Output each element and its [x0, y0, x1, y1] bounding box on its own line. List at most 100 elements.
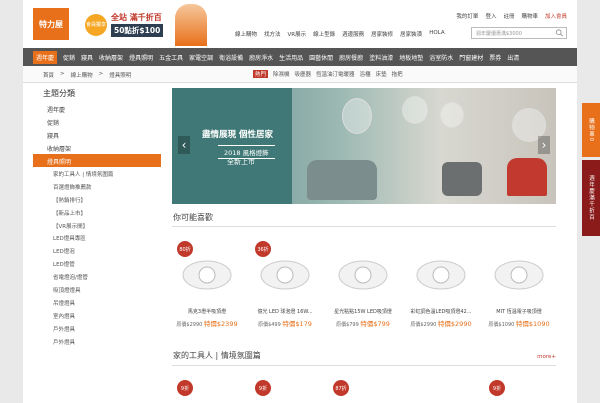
- promo-line1: 全站 滿千折百: [111, 13, 162, 22]
- sidebar-item[interactable]: 收納層架: [33, 141, 161, 154]
- product-name[interactable]: MIT 恆溫電子吸頂燈: [487, 308, 551, 315]
- product-card[interactable]: 80折 馬克3燈半吸頂燈 原價$2990 特價$2399: [175, 239, 239, 337]
- sidebar-subitem[interactable]: 吊燈燈具: [33, 296, 161, 309]
- product-card[interactable]: 9折: [487, 378, 551, 403]
- original-price: 原價$799: [336, 322, 359, 328]
- original-price: 原價$2990: [176, 322, 203, 328]
- service-link[interactable]: 找方法: [264, 30, 281, 38]
- service-link[interactable]: 線上型錄: [313, 30, 335, 38]
- sidebar-subitem[interactable]: LED燈具專區: [33, 231, 161, 244]
- discount-badge: 87折: [333, 380, 349, 396]
- banner-chair: [442, 162, 482, 196]
- more-link[interactable]: more+: [537, 354, 556, 360]
- product-image[interactable]: [409, 239, 473, 303]
- hot-keyword[interactable]: 浴櫃: [360, 70, 371, 78]
- promo-banner[interactable]: 會員獨享 全站 滿千折百 50點折$100: [77, 4, 217, 46]
- sidebar-subitem[interactable]: 室內燈具: [33, 309, 161, 322]
- service-link[interactable]: 線上購物: [235, 30, 257, 38]
- nav-item[interactable]: 廚房淨水: [249, 53, 273, 62]
- sidebar-item[interactable]: 寢具: [33, 128, 161, 141]
- crumb-bar: 首頁 > 線上購物 > 燈具照明 熱門 除濕機 吸塵器 恆溫油汀電暖器 浴櫃 床墊 拖把: [23, 66, 577, 83]
- sidebar-subitem[interactable]: 【VR展示間】: [33, 219, 161, 232]
- lamp-image: [402, 96, 428, 124]
- account-link[interactable]: 購物車: [521, 12, 538, 20]
- nav-item[interactable]: 週年慶: [33, 50, 58, 64]
- breadcrumb-item[interactable]: 燈具照明: [109, 71, 131, 79]
- nav-item[interactable]: 寢具: [81, 53, 93, 62]
- hot-keyword[interactable]: 除濕機: [273, 70, 290, 78]
- sidebar-subitem[interactable]: 戶外燈具: [33, 322, 161, 335]
- product-card[interactable]: 9折: [175, 378, 239, 403]
- sidebar-subitem[interactable]: 【熱銷排行】: [33, 193, 161, 206]
- sale-price: 特價$179: [282, 320, 312, 328]
- nav-item[interactable]: 衛浴設備: [219, 53, 243, 62]
- sidebar-subitem[interactable]: 戶外燈具: [33, 335, 161, 348]
- account-link[interactable]: 註冊: [503, 12, 514, 20]
- nav-item[interactable]: 廚房餐廚: [339, 53, 363, 62]
- nav-item[interactable]: 門窗建材: [459, 53, 483, 62]
- product-card[interactable]: 87折: [331, 378, 395, 403]
- product-name[interactable]: 億光 LED 球泡燈 16W...: [253, 308, 317, 315]
- product-name[interactable]: 星光點點15W LED吸頂燈: [331, 308, 395, 315]
- product-name[interactable]: 彩虹調色溫LED吸頂燈42...: [409, 308, 473, 315]
- sidebar-subitem[interactable]: 吸頂燈燈具: [33, 283, 161, 296]
- promo-float-button[interactable]: 週年慶滿千折百: [582, 160, 600, 236]
- nav-item[interactable]: 塗料油漆: [369, 53, 393, 62]
- hero-banner[interactable]: 盡情展現 個性居家 2018 風格燈飾 全新上市 ‹ ›: [172, 88, 556, 204]
- hot-keyword[interactable]: 恆溫油汀電暖器: [316, 70, 355, 78]
- breadcrumb-item[interactable]: 線上購物: [71, 71, 93, 79]
- sidebar-subitem[interactable]: LED燈管: [33, 257, 161, 270]
- sidebar-subitem[interactable]: 【新品上市】: [33, 206, 161, 219]
- product-card[interactable]: 36折 億光 LED 球泡燈 16W... 原價$499 特價$179: [253, 239, 317, 337]
- sidebar-item-current[interactable]: 燈具照明: [33, 154, 161, 167]
- product-card[interactable]: MIT 恆溫電子吸頂燈 原價$1090 特價$1090: [487, 239, 551, 337]
- nav-item[interactable]: 出清: [507, 53, 519, 62]
- sidebar-item[interactable]: 週年慶: [33, 102, 161, 115]
- nav-item[interactable]: 生活用品: [279, 53, 303, 62]
- search-icon[interactable]: [555, 29, 564, 37]
- banner-prev-icon[interactable]: ‹: [178, 136, 190, 154]
- product-card[interactable]: 星光點點15W LED吸頂燈 原價$799 特價$799: [331, 239, 395, 337]
- nav-item[interactable]: 地板地墊: [399, 53, 423, 62]
- sidebar-item[interactable]: 促銷: [33, 115, 161, 128]
- sidebar-subitem[interactable]: 家的工具人 | 情境氛圍篇: [33, 167, 161, 180]
- search-input[interactable]: 週年慶優惠滿$3000: [471, 27, 567, 39]
- breadcrumb-item[interactable]: 首頁: [43, 71, 54, 79]
- nav-item[interactable]: 家電空調: [189, 53, 213, 62]
- product-name[interactable]: 馬克3燈半吸頂燈: [175, 308, 239, 315]
- discount-badge: 9折: [177, 380, 193, 396]
- nav-item[interactable]: 燈具照明: [129, 53, 153, 62]
- sale-price: 特價$1090: [515, 320, 550, 328]
- sidebar-subitem[interactable]: 省電燈泡/燈管: [33, 270, 161, 283]
- banner-next-icon[interactable]: ›: [538, 136, 550, 154]
- account-link[interactable]: 我的訂單: [456, 12, 478, 20]
- nav-item[interactable]: 收納層架: [99, 53, 123, 62]
- category-sidebar: 主題分類 週年慶 促銷 寢具 收納層架 燈具照明 家的工具人 | 情境氛圍篇 百選燈飾推薦款…: [33, 88, 161, 347]
- product-card[interactable]: [409, 378, 473, 403]
- nav-item[interactable]: 五金工具: [159, 53, 183, 62]
- nav-item[interactable]: 浴室防水: [429, 53, 453, 62]
- hot-keyword[interactable]: 床墊: [376, 70, 387, 78]
- product-card[interactable]: 彩虹調色溫LED吸頂燈42... 原價$2990 特價$2990: [409, 239, 473, 337]
- sidebar-subitem[interactable]: LED燈泡: [33, 244, 161, 257]
- brand-logo[interactable]: 特力屋: [33, 8, 69, 40]
- hot-keyword[interactable]: 吸塵器: [295, 70, 312, 78]
- promo-line2: 50點折$100: [111, 24, 164, 37]
- service-link[interactable]: 居家裝潢: [400, 30, 422, 38]
- original-price: 原價$499: [258, 322, 281, 328]
- hot-keyword[interactable]: 拖把: [392, 70, 403, 78]
- service-link[interactable]: 週邊服務: [342, 30, 364, 38]
- service-link[interactable]: VR展示: [288, 30, 307, 38]
- sidebar-subitem[interactable]: 百選燈飾推薦款: [33, 180, 161, 193]
- nav-item[interactable]: 票券: [489, 53, 501, 62]
- nav-item[interactable]: 促銷: [63, 53, 75, 62]
- nav-item[interactable]: 園藝休閒: [309, 53, 333, 62]
- product-image[interactable]: [487, 239, 551, 303]
- product-card[interactable]: 9折: [253, 378, 317, 403]
- service-link[interactable]: 居家裝修: [371, 30, 393, 38]
- product-image[interactable]: [331, 239, 395, 303]
- service-link[interactable]: HOLA: [429, 30, 444, 38]
- account-link[interactable]: 加入會員: [545, 12, 567, 20]
- cart-float-button[interactable]: 購物車0: [582, 103, 600, 157]
- account-link[interactable]: 登入: [485, 12, 496, 20]
